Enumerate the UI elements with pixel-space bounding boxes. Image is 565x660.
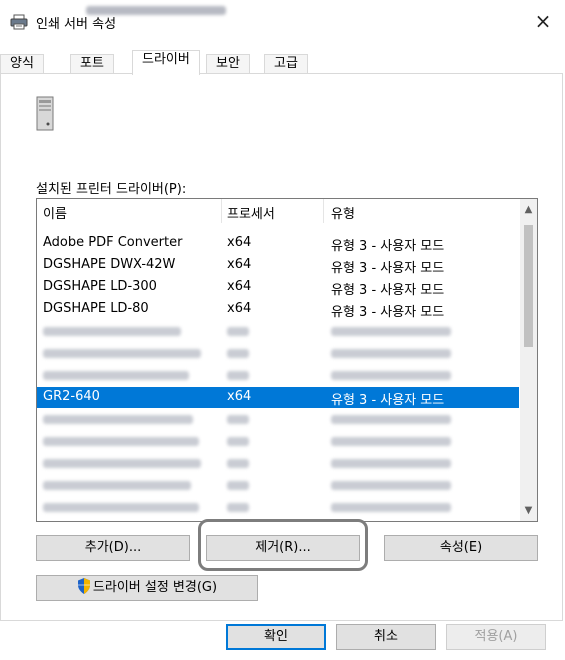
driver-name: GR2-640 xyxy=(43,389,100,404)
vertical-scrollbar[interactable]: ▲ ▼ xyxy=(520,199,537,521)
cancel-button[interactable]: 취소 xyxy=(336,624,436,650)
apply-button[interactable]: 적용(A) xyxy=(446,624,546,650)
table-row[interactable]: DGSHAPE LD-80 x64 유형 3 - 사용자 모드 xyxy=(37,299,519,320)
driver-processor: x64 xyxy=(227,389,252,404)
add-button[interactable]: 추가(D)... xyxy=(36,535,190,561)
title-bar: 인쇄 서버 속성 × xyxy=(0,0,565,44)
table-row-redacted[interactable] xyxy=(37,497,519,518)
driver-processor: x64 xyxy=(227,235,252,250)
table-row-redacted[interactable] xyxy=(37,409,519,430)
column-header-processor[interactable]: 프로세서 xyxy=(227,203,275,222)
table-row-redacted[interactable] xyxy=(37,343,519,364)
change-driver-settings-label: 드라이버 설정 변경(G) xyxy=(92,580,218,595)
table-row-redacted[interactable] xyxy=(37,365,519,386)
printer-icon xyxy=(10,14,28,30)
ok-button[interactable]: 확인 xyxy=(226,624,326,650)
column-header-name[interactable]: 이름 xyxy=(43,203,67,222)
driver-processor: x64 xyxy=(227,257,252,272)
tab-advanced[interactable]: 고급 xyxy=(264,54,308,74)
scroll-down-icon[interactable]: ▼ xyxy=(520,502,537,519)
change-driver-settings-button[interactable]: 드라이버 설정 변경(G) xyxy=(36,575,258,601)
list-header: 이름 프로세서 유형 xyxy=(37,199,519,223)
window-title: 인쇄 서버 속성 xyxy=(36,17,117,32)
column-divider[interactable] xyxy=(323,199,324,223)
driver-name: Adobe PDF Converter xyxy=(43,235,183,250)
highlight-annotation xyxy=(198,519,368,571)
tab-drivers[interactable]: 드라이버 xyxy=(132,50,200,75)
scroll-up-icon[interactable]: ▲ xyxy=(520,201,537,218)
driver-name: DGSHAPE LD-80 xyxy=(43,301,149,316)
server-icon xyxy=(36,96,56,132)
table-row-redacted[interactable] xyxy=(37,431,519,452)
driver-list[interactable]: 이름 프로세서 유형 Adobe PDF Converter x64 유형 3 … xyxy=(36,198,538,522)
shield-icon xyxy=(77,578,91,594)
driver-type: 유형 3 - 사용자 모드 xyxy=(331,261,445,276)
table-row-redacted[interactable] xyxy=(37,475,519,496)
column-divider[interactable] xyxy=(221,199,222,223)
close-button[interactable]: × xyxy=(527,6,559,38)
driver-name: DGSHAPE LD-300 xyxy=(43,279,157,294)
column-header-type[interactable]: 유형 xyxy=(331,203,355,222)
table-row[interactable]: Adobe PDF Converter x64 유형 3 - 사용자 모드 xyxy=(37,233,519,254)
scroll-thumb[interactable] xyxy=(524,225,533,347)
driver-type: 유형 3 - 사용자 모드 xyxy=(331,393,445,408)
installed-drivers-label: 설치된 프린터 드라이버(P): xyxy=(36,182,187,197)
driver-name: DGSHAPE DWX-42W xyxy=(43,257,176,272)
table-row-redacted[interactable] xyxy=(37,453,519,474)
tab-strip: 양식 포트 드라이버 보안 고급 xyxy=(0,50,565,75)
server-name-redacted xyxy=(86,6,226,15)
tab-security[interactable]: 보안 xyxy=(206,54,250,74)
driver-type: 유형 3 - 사용자 모드 xyxy=(331,283,445,298)
tab-forms[interactable]: 양식 xyxy=(0,54,44,74)
driver-type: 유형 3 - 사용자 모드 xyxy=(331,239,445,254)
properties-button[interactable]: 속성(E) xyxy=(384,535,538,561)
table-row-selected[interactable]: GR2-640 x64 유형 3 - 사용자 모드 xyxy=(37,387,519,408)
table-row-redacted[interactable] xyxy=(37,321,519,342)
driver-type: 유형 3 - 사용자 모드 xyxy=(331,305,445,320)
driver-processor: x64 xyxy=(227,279,252,294)
table-row[interactable]: DGSHAPE LD-300 x64 유형 3 - 사용자 모드 xyxy=(37,277,519,298)
tab-ports[interactable]: 포트 xyxy=(70,54,114,74)
table-row[interactable]: DGSHAPE DWX-42W x64 유형 3 - 사용자 모드 xyxy=(37,255,519,276)
driver-processor: x64 xyxy=(227,301,252,316)
